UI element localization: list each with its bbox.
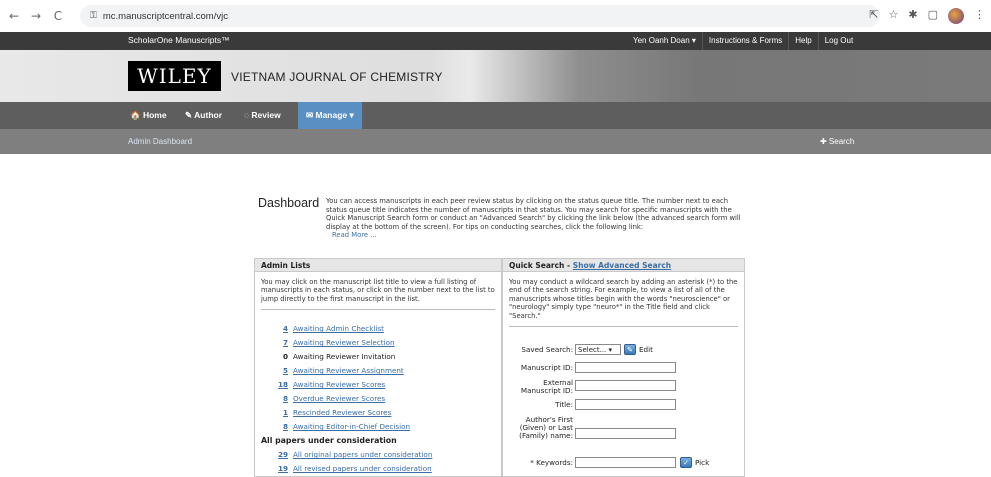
queue-count[interactable]: 7	[255, 338, 288, 347]
intro-text: You can access manuscripts in each peer …	[326, 197, 741, 231]
queue-count[interactable]: 5	[255, 366, 288, 375]
url-text[interactable]: mc.manuscriptcentral.com/vjc	[103, 11, 228, 22]
queue-count[interactable]: 19	[255, 464, 288, 473]
pick-icon[interactable]: ✓	[680, 457, 692, 468]
queue-row: 29 All original papers under consideratio…	[255, 450, 501, 459]
advanced-search-link[interactable]: Show Advanced Search	[573, 261, 671, 270]
extensions-icon[interactable]: ✱	[908, 8, 917, 24]
journal-title: VIETNAM JOURNAL OF CHEMISTRY	[231, 70, 443, 84]
queue-label[interactable]: Awaiting Admin Checklist	[293, 324, 384, 333]
queue-count: 0	[282, 352, 288, 361]
quick-search-desc: You may conduct a wildcard search by add…	[509, 278, 738, 320]
saved-search-select[interactable]: Select... ▾	[575, 344, 621, 355]
brand-label: ScholarOne Manuscripts™	[128, 35, 230, 45]
queue-label[interactable]: Awaiting Reviewer Assignment	[293, 366, 404, 375]
admin-dashboard-link[interactable]: Admin Dashboard	[128, 137, 192, 146]
queue-row: 4 Awaiting Admin Checklist	[255, 324, 501, 333]
queue-label[interactable]: Awaiting Editor-in-Chief Decision	[293, 422, 410, 431]
instructions-link[interactable]: Instructions & Forms	[701, 32, 788, 50]
pick-label[interactable]: Pick	[695, 458, 709, 467]
admin-lists-header: Admin Lists	[255, 259, 501, 272]
forward-icon[interactable]: →	[28, 8, 44, 24]
tab-home[interactable]: 🏠 Home	[122, 102, 175, 129]
split-view-icon[interactable]: ▢	[928, 8, 938, 24]
read-more-link[interactable]: Read More ...	[332, 231, 746, 240]
tab-review[interactable]: ◌ Review	[236, 102, 289, 129]
queue-row: 8 Overdue Reviewer Scores	[255, 394, 501, 403]
saved-search-label: Saved Search:	[521, 345, 573, 354]
queue-count[interactable]: 18	[255, 380, 288, 389]
page-title: Dashboard	[258, 196, 320, 210]
user-menu[interactable]: Yen Oanh Doan ▾	[627, 32, 702, 50]
keywords-label: * Keywords:	[530, 458, 573, 467]
queue-label: Awaiting Reviewer Invitation	[293, 352, 396, 361]
queue-label[interactable]: Awaiting Reviewer Scores	[293, 380, 385, 389]
wiley-logo[interactable]: WILEY	[128, 61, 221, 91]
external-id-label: External Manuscript ID:	[520, 378, 573, 395]
browser-toolbar: ← → C ⚿ mc.manuscriptcentral.com/vjc ⇱ ☆…	[0, 0, 991, 32]
reload-icon[interactable]: C	[50, 8, 66, 24]
divider	[261, 309, 495, 311]
journal-header: WILEY VIETNAM JOURNAL OF CHEMISTRY	[0, 50, 991, 102]
queue-count[interactable]: 29	[255, 450, 288, 459]
manuscript-id-label: Manuscript ID:	[520, 363, 573, 372]
divider	[509, 326, 738, 328]
search-link[interactable]: ✚ Search	[820, 137, 854, 146]
queue-row: 7 Awaiting Reviewer Selection	[255, 338, 501, 347]
top-links: Yen Oanh Doan ▾ Instructions & Forms Hel…	[627, 32, 859, 50]
queue-row: 18 Awaiting Reviewer Scores	[255, 380, 501, 389]
queue-label[interactable]: Rescinded Reviewer Scores	[293, 408, 391, 417]
queue-label[interactable]: Overdue Reviewer Scores	[293, 394, 385, 403]
section-heading: All papers under consideration	[261, 436, 397, 445]
admin-lists-panel: Admin Lists You may click on the manuscr…	[254, 258, 502, 477]
share-icon[interactable]: ⇱	[869, 8, 878, 24]
top-bar: ScholarOne Manuscripts™ Yen Oanh Doan ▾ …	[0, 32, 991, 50]
queue-label[interactable]: Awaiting Reviewer Selection	[293, 338, 395, 347]
queue-row: 19 All revised papers under consideration	[255, 464, 501, 473]
title-input[interactable]	[575, 399, 676, 410]
address-bar[interactable]: ⚿ mc.manuscriptcentral.com/vjc	[80, 5, 880, 27]
dashboard-intro: You can access manuscripts in each peer …	[326, 197, 746, 240]
author-input[interactable]	[575, 428, 676, 439]
queue-row: 8 Awaiting Editor-in-Chief Decision	[255, 422, 501, 431]
queue-count[interactable]: 8	[255, 422, 288, 431]
edit-icon[interactable]: ✎	[624, 344, 636, 355]
queue-count[interactable]: 1	[255, 408, 288, 417]
profile-avatar[interactable]	[948, 8, 964, 24]
browser-actions: ⇱ ☆ ✱ ▢ ⋮	[869, 8, 985, 24]
quick-search-header: Quick Search - Show Advanced Search	[503, 259, 744, 272]
keywords-input[interactable]	[575, 457, 676, 468]
title-label: Title:	[555, 400, 573, 409]
back-icon[interactable]: ←	[6, 8, 22, 24]
sub-bar: Admin Dashboard ✚ Search	[0, 129, 991, 154]
queue-row: 5 Awaiting Reviewer Assignment	[255, 366, 501, 375]
admin-lists-desc: You may click on the manuscript list tit…	[261, 278, 495, 303]
quick-search-title: Quick Search -	[509, 261, 573, 270]
edit-label[interactable]: Edit	[639, 345, 653, 354]
lock-icon: ⚿	[90, 11, 97, 21]
queue-label[interactable]: All original papers under consideration	[293, 450, 432, 459]
queue-row: 0 Awaiting Reviewer Invitation	[255, 352, 501, 361]
queue-row: 1 Rescinded Reviewer Scores	[255, 408, 501, 417]
logout-link[interactable]: Log Out	[817, 32, 859, 50]
manuscript-id-input[interactable]	[575, 362, 676, 373]
queue-label[interactable]: All revised papers under consideration	[293, 464, 432, 473]
external-id-input[interactable]	[575, 380, 676, 391]
quick-search-panel: Quick Search - Show Advanced Search You …	[502, 258, 745, 477]
tab-author[interactable]: ✎ Author	[177, 102, 230, 129]
queue-count[interactable]: 8	[255, 394, 288, 403]
menu-icon[interactable]: ⋮	[974, 8, 985, 24]
author-label: Author's First (Given) or Last (Family) …	[519, 415, 573, 440]
main-nav: 🏠 Home ✎ Author ◌ Review ✉ Manage ▾	[0, 102, 991, 129]
help-link[interactable]: Help	[788, 32, 817, 50]
tab-manage[interactable]: ✉ Manage ▾	[298, 102, 362, 129]
star-icon[interactable]: ☆	[889, 8, 899, 24]
queue-count[interactable]: 4	[255, 324, 288, 333]
